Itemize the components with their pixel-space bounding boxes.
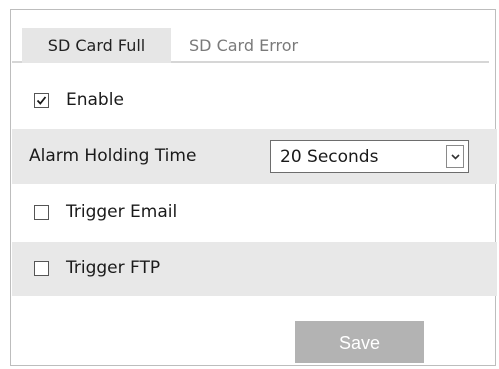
alarm-holding-time-value: 20 Seconds [280,147,379,167]
alarm-holding-time-select[interactable]: 20 Seconds [270,140,469,173]
alarm-holding-time-label: Alarm Holding Time [29,146,197,166]
trigger-ftp-checkbox[interactable] [34,261,49,276]
tab-sd-card-full[interactable]: SD Card Full [22,28,171,63]
save-button[interactable]: Save [295,321,424,363]
tab-bar: SD Card Full SD Card Error [12,28,489,63]
trigger-email-label: Trigger Email [66,202,178,222]
dropdown-button[interactable] [446,145,464,168]
chevron-down-icon [451,154,460,160]
trigger-ftp-row: Trigger FTP [12,242,497,296]
checkmark-icon [36,96,47,105]
enable-label: Enable [66,90,124,110]
tab-sd-card-error[interactable]: SD Card Error [189,28,298,63]
trigger-ftp-label: Trigger FTP [66,258,161,278]
enable-row: Enable [12,76,497,124]
enable-checkbox[interactable] [34,93,49,108]
trigger-email-checkbox[interactable] [34,205,49,220]
trigger-email-row: Trigger Email [12,187,497,237]
